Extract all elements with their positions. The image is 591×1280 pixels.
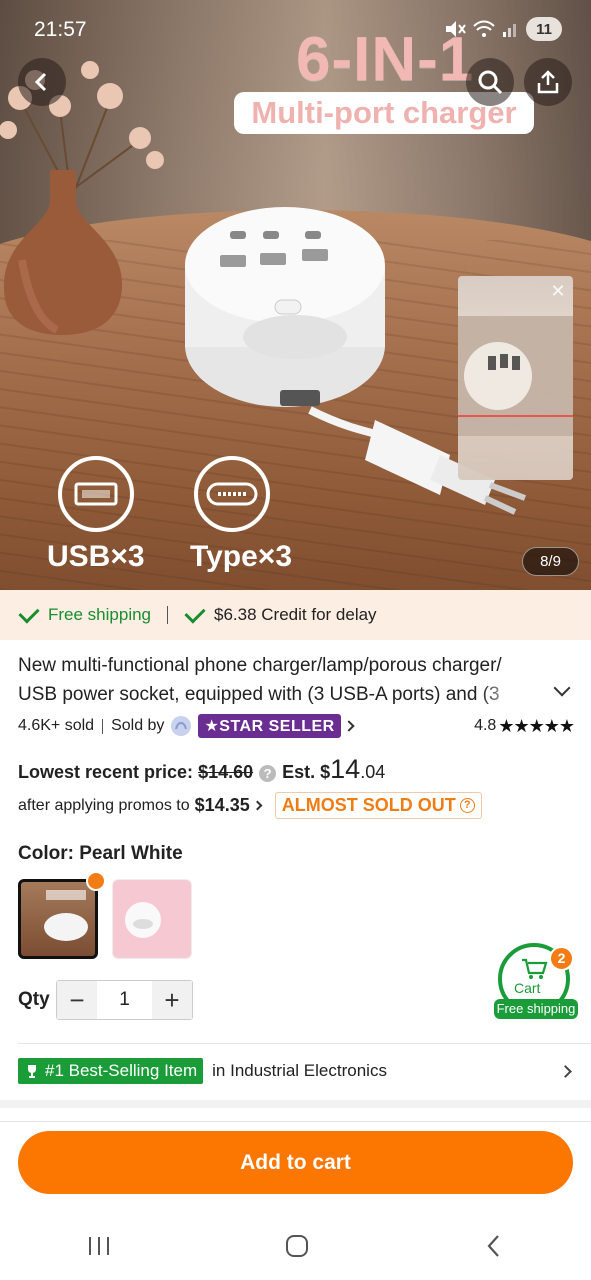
- est-price-cents: .04: [360, 762, 386, 782]
- recent-apps-icon[interactable]: [86, 1234, 112, 1258]
- system-back-icon[interactable]: [483, 1233, 505, 1259]
- status-icons: 11: [444, 17, 562, 41]
- chevron-down-icon[interactable]: [553, 679, 571, 697]
- wifi-icon: [473, 20, 495, 37]
- typec-count-label: Type×3: [190, 540, 292, 573]
- est-price-dollars: 14: [330, 754, 361, 784]
- add-to-cart-button[interactable]: Add to cart: [18, 1131, 573, 1194]
- usb-port-badge: [58, 456, 134, 532]
- product-title[interactable]: New multi-functional phone charger/lamp/…: [18, 651, 546, 709]
- price-line: Lowest recent price: $14.60 ? Est. $ 14 …: [18, 754, 385, 785]
- share-icon: [537, 70, 559, 94]
- original-price: $14.60: [198, 762, 254, 782]
- product-meta: 4.6K+ sold Sold by ★STAR SELLER 4.8 ★★★★…: [18, 714, 575, 738]
- divider: [18, 1043, 591, 1044]
- sold-count: 4.6K+ sold: [18, 717, 95, 734]
- battery-indicator: 11: [526, 17, 562, 41]
- star-icon: ★: [204, 718, 220, 735]
- free-shipping-text: Free shipping: [48, 605, 152, 624]
- chevron-right-icon: [559, 1064, 572, 1078]
- signal-icon: [503, 24, 516, 37]
- usb-icon: [74, 482, 118, 506]
- check-icon: [18, 602, 40, 624]
- usb-count-label: USB×3: [47, 540, 145, 573]
- star-seller-badge[interactable]: ★STAR SELLER: [198, 714, 341, 738]
- best-selling-badge: #1 Best-Selling Item: [18, 1058, 204, 1084]
- promo-line[interactable]: after applying promos to $14.35 ALMOST S…: [18, 792, 482, 819]
- divider: [167, 606, 169, 624]
- floating-video-player[interactable]: ✕: [458, 276, 573, 480]
- check-icon: [184, 602, 206, 624]
- divider: [102, 718, 104, 734]
- color-option-pearl-white[interactable]: [18, 879, 98, 959]
- floating-cart-button[interactable]: 2 Cart Free shipping: [494, 943, 578, 1019]
- seller-avatar[interactable]: [170, 715, 192, 737]
- color-label: Color: Pearl White: [18, 843, 183, 864]
- cart-icon: [522, 958, 548, 979]
- help-icon[interactable]: ?: [259, 765, 277, 782]
- flame-icon: [86, 871, 106, 891]
- divider: [0, 1121, 591, 1122]
- color-option-pink[interactable]: [112, 879, 192, 959]
- rating[interactable]: 4.8 ★★★★★: [474, 715, 575, 737]
- chevron-right-icon: [252, 800, 263, 811]
- qty-label: Qty: [18, 989, 50, 1010]
- rating-value: 4.8: [474, 717, 497, 734]
- increase-button[interactable]: +: [152, 981, 192, 1019]
- chevron-left-icon: [34, 72, 47, 92]
- cart-free-shipping: Free shipping: [494, 999, 578, 1019]
- after-promos-value: $14.35: [194, 795, 250, 815]
- video-thumbnail: [458, 316, 573, 436]
- credit-text: $6.38 Credit for delay: [214, 605, 377, 624]
- status-time: 21:57: [34, 18, 87, 41]
- chevron-right-icon[interactable]: [343, 720, 355, 732]
- typec-icon: [206, 482, 258, 506]
- share-button[interactable]: [524, 58, 572, 106]
- close-video-button[interactable]: ✕: [547, 280, 569, 302]
- shipping-banner: Free shipping $6.38 Credit for delay: [0, 590, 591, 640]
- help-icon: ?: [459, 798, 475, 813]
- sold-by-label: Sold by: [111, 717, 165, 734]
- after-promos-label: after applying promos to: [18, 796, 190, 814]
- home-icon[interactable]: [284, 1233, 310, 1259]
- vase: [3, 170, 123, 335]
- section-separator: [0, 1100, 591, 1108]
- best-selling-row[interactable]: #1 Best-Selling Item in Industrial Elect…: [18, 1057, 574, 1085]
- swatch-thumbnail: [44, 890, 88, 941]
- swatch-thumbnail: [125, 902, 161, 938]
- cart-count-badge: 2: [549, 946, 574, 971]
- image-counter: 8/9: [522, 547, 579, 576]
- almost-sold-out-badge[interactable]: ALMOST SOLD OUT ?: [274, 792, 482, 819]
- mute-icon: [446, 21, 466, 37]
- lowest-price-label: Lowest recent price:: [18, 762, 194, 782]
- system-nav-bar: [0, 1212, 591, 1280]
- back-button[interactable]: [18, 58, 66, 106]
- trophy-icon: [28, 1065, 36, 1078]
- cart-label: Cart: [514, 980, 541, 996]
- product-image-gallery[interactable]: 6-IN-1 Multi-port charger USB×3 Type×3 2…: [0, 0, 591, 590]
- title-fade: [480, 680, 550, 709]
- typec-port-badge: [194, 456, 270, 532]
- decrease-button[interactable]: −: [57, 981, 97, 1019]
- charger-device: [185, 207, 385, 407]
- quantity-value[interactable]: 1: [97, 981, 152, 1019]
- rating-stars: ★★★★★: [498, 715, 575, 736]
- quantity-stepper: − 1 +: [56, 980, 193, 1020]
- est-label: Est. $: [282, 762, 331, 782]
- search-button[interactable]: [466, 58, 514, 106]
- best-selling-category: in Industrial Electronics: [212, 1061, 387, 1080]
- search-icon: [478, 70, 503, 95]
